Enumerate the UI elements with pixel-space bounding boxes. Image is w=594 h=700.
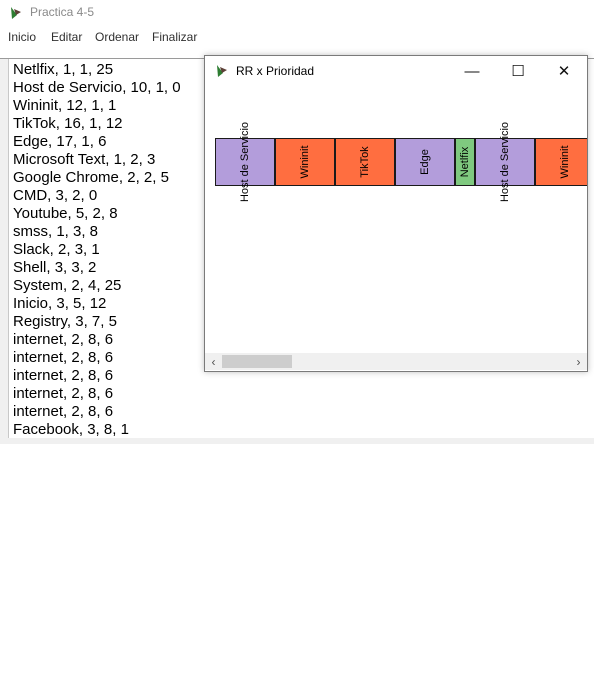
menu-editar[interactable]: Editar — [51, 30, 82, 44]
gantt-block-label: Wininit — [299, 145, 311, 179]
list-item[interactable]: Host de Servicio, 10, 1, 0 — [13, 79, 181, 97]
gantt-block: Wininit — [535, 138, 587, 186]
gantt-block-label: Wininit — [559, 145, 571, 179]
list-item[interactable]: Wininit, 12, 1, 1 — [13, 97, 181, 115]
list-item[interactable]: Google Chrome, 2, 2, 5 — [13, 169, 181, 187]
close-icon: ✕ — [557, 63, 571, 80]
process-list[interactable]: Netlfix, 1, 1, 25 Host de Servicio, 10, 1… — [13, 61, 181, 438]
app-icon — [217, 65, 227, 77]
main-window-bottom-border — [0, 438, 594, 444]
gantt-block: Host de Servicio — [215, 122, 275, 202]
list-item[interactable]: TikTok, 16, 1, 12 — [13, 115, 181, 133]
maximize-button[interactable]: ☐ — [495, 56, 541, 86]
menu-bar: Inicio Editar Ordenar Finalizar — [0, 26, 594, 48]
gantt-block-label: Netlfix — [459, 146, 471, 178]
minimize-icon: — — [464, 62, 480, 80]
list-item[interactable]: Microsoft Text, 1, 2, 3 — [13, 151, 181, 169]
list-item[interactable]: Registry, 3, 7, 5 — [13, 313, 181, 331]
list-item[interactable]: internet, 2, 8, 6 — [13, 331, 181, 349]
list-item[interactable]: System, 2, 4, 25 — [13, 277, 181, 295]
list-item[interactable]: Edge, 17, 1, 6 — [13, 133, 181, 151]
child-window-title: RR x Prioridad — [236, 64, 315, 78]
list-item[interactable]: internet, 2, 8, 6 — [13, 349, 181, 367]
gantt-block-label: Host de Servicio — [499, 121, 511, 203]
window-title: Practica 4-5 — [30, 5, 95, 19]
list-item[interactable]: smss, 1, 3, 8 — [13, 223, 181, 241]
maximize-icon: ☐ — [511, 63, 525, 80]
list-item[interactable]: internet, 2, 8, 6 — [13, 367, 181, 385]
gantt-block-label: Host de Servicio — [239, 121, 251, 203]
gantt-block: TikTok — [335, 138, 395, 186]
child-titlebar[interactable]: RR x Prioridad — ☐ ✕ — [205, 56, 587, 86]
scroll-right-icon[interactable]: › — [570, 353, 587, 370]
menu-finalizar[interactable]: Finalizar — [152, 30, 197, 44]
list-item[interactable]: Facebook, 3, 8, 1 — [13, 421, 181, 438]
list-item[interactable]: Youtube, 5, 2, 8 — [13, 205, 181, 223]
list-item[interactable]: Netlfix, 1, 1, 25 — [13, 61, 181, 79]
close-button[interactable]: ✕ — [541, 56, 587, 86]
gantt-block-label: Edge — [419, 149, 431, 175]
list-item[interactable]: internet, 2, 8, 6 — [13, 385, 181, 403]
minimize-button[interactable]: — — [449, 56, 495, 86]
gantt-block: Netlfix — [455, 138, 475, 186]
gantt-block-label: TikTok — [359, 146, 371, 178]
menu-inicio[interactable]: Inicio — [8, 30, 36, 44]
rr-priority-window[interactable]: RR x Prioridad — ☐ ✕ Host de Servicio Win… — [204, 55, 588, 372]
menu-ordenar[interactable]: Ordenar — [95, 30, 139, 44]
list-item[interactable]: internet, 2, 8, 6 — [13, 403, 181, 421]
list-item[interactable]: Slack, 2, 3, 1 — [13, 241, 181, 259]
list-item[interactable]: Inicio, 3, 5, 12 — [13, 295, 181, 313]
main-titlebar: Practica 4-5 — [0, 0, 594, 26]
gantt-block: Host de Servicio — [475, 122, 535, 202]
horizontal-scrollbar[interactable]: ‹ › — [205, 353, 587, 370]
gantt-block: Edge — [395, 138, 455, 186]
list-item[interactable]: Shell, 3, 3, 2 — [13, 259, 181, 277]
app-icon — [11, 7, 21, 19]
list-item[interactable]: CMD, 3, 2, 0 — [13, 187, 181, 205]
gantt-block: Wininit — [275, 138, 335, 186]
scroll-thumb[interactable] — [222, 355, 292, 368]
scroll-left-icon[interactable]: ‹ — [205, 353, 222, 370]
gantt-chart: Host de Servicio Wininit TikTok Edge Netlfix… — [205, 86, 587, 352]
